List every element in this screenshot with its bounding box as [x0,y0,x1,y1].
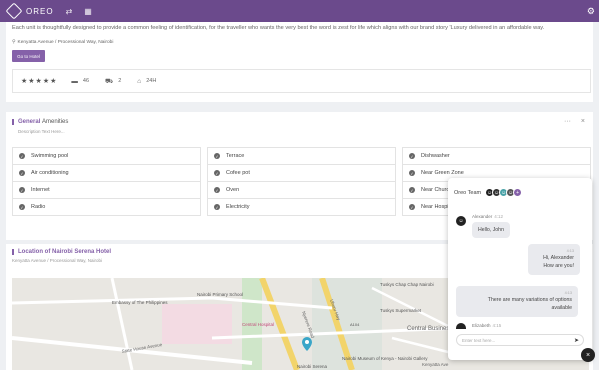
settings-icon[interactable]: ⚙ [587,6,595,17]
chat-message: Hello, John [472,222,510,239]
chat-title: Oreo Team [454,189,482,196]
message-sender: Alexander 4:12 [472,214,503,219]
check-icon: ✓ [214,153,220,159]
hotel-card: Each unit is thoughtfully designed to pr… [6,22,593,102]
message-sender: Elizabeth 4:15 [472,323,501,328]
check-icon: ✓ [19,187,25,193]
amenity-label: Cofee pot [226,170,250,176]
map-label-museum: Nairobi Museum of Kenya - Nairobi Galler… [342,356,428,361]
check-icon: ✓ [19,170,25,176]
close-chat-button[interactable]: × [581,348,595,362]
amenity-label: Radio [31,204,46,210]
avatar [456,323,466,329]
go-to-hotel-button[interactable]: Go to Hotel [12,50,45,62]
parking-count: 2 [118,78,122,84]
check-icon: ✓ [214,187,220,193]
hotel-stats: ★★★★★ ▬ 46 ⛟ 2 ⌂ 24H [12,69,591,93]
hotel-address: ⚲ Kenyatta Avenue / Processional Way, Nai… [12,40,113,45]
logo-icon[interactable] [5,2,23,20]
location-title: Location of Nairobi Serena Hotel [12,249,111,255]
card-actions: ··· × [556,118,585,125]
chat-message: 4:13 Hi, Alexander How are you! [528,244,580,275]
check-icon: ✓ [409,204,415,210]
amenity-label: Oven [226,187,240,193]
amenity-item: ✓ Oven [207,181,396,199]
rooms-count: 46 [82,78,90,84]
avatar: ☺ [456,216,466,226]
map-label-hospital: Central Hospital [242,322,274,327]
bed-icon: ▬ [71,77,78,85]
amenities-title: General Amenities [12,119,68,125]
calendar-icon[interactable]: ▦ [84,7,92,16]
rating-stars: ★★★★★ [21,78,58,85]
amenity-label: Electricity [226,204,250,210]
top-navbar: OREO ⇄ ▦ ⚙ [0,0,599,22]
check-icon: ✓ [409,153,415,159]
message-line: There are many variations of options [487,297,572,304]
amenity-label: Near Green Zone [421,170,464,176]
chat-message-input[interactable]: Enter text here... ➤ [456,334,584,346]
amenity-label: Terrace [226,153,245,159]
amenity-label: Air conditioning [31,170,69,176]
chat-panel: Oreo Team ☺ ☺ ☺ ☺ + ☺ Alexander 4:12 Hell… [448,178,592,360]
location-subtitle: Kenyatta Avenue / Processional Way, Nair… [12,258,102,263]
hotel-address-text: Kenyatta Avenue / Processional Way, Nair… [17,40,114,45]
map-label-tuskys-chap: Tuskys Chap Chap Nairobi [380,282,434,287]
team-avatars: ☺ ☺ ☺ ☺ + [485,188,523,197]
check-icon: ✓ [214,204,220,210]
check-icon: ✓ [409,187,415,193]
close-icon[interactable]: × [581,118,585,125]
amenity-label: Internet [31,187,50,193]
map-label-serena: Nairobi Serena [297,364,328,369]
map-pin-icon: ⚲ [12,40,16,45]
send-icon[interactable]: ➤ [574,337,579,344]
sender-name: Alexander [472,214,493,219]
check-icon: ✓ [409,170,415,176]
chat-header: Oreo Team ☺ ☺ ☺ ☺ + [454,188,523,197]
message-line: Hi, Alexander [543,255,574,262]
check-icon: ✓ [214,170,220,176]
rooms-stat: ▬ 46 [71,78,89,85]
swap-icon[interactable]: ⇄ [66,7,73,16]
map-label-school: Nairobi Primary School [197,292,243,297]
avatar: + [513,188,523,197]
parking-stat: ⛟ 2 [105,77,121,86]
chat-message: 4:13 There are many variations of option… [456,286,578,317]
sender-name: Elizabeth [472,323,491,328]
message-line: available [551,305,572,312]
amenity-item: ✓ Electricity [207,198,396,216]
chat-input-placeholder: Enter text here... [462,337,496,343]
amenity-item: ✓ Cofee pot [207,164,396,182]
amenity-label: Dishwasher [421,153,450,159]
map-label-kenyatta-ave: Kenyatta Ave [422,362,449,367]
amenities-title-rest: Amenities [42,119,69,125]
reception-stat: ⌂ 24H [137,78,156,85]
amenity-item: ✓ Swimming pool [12,147,201,165]
hotel-description: Each unit is thoughtfully designed to pr… [12,25,545,31]
amenity-item: ✓ Dishwasher [402,147,591,165]
check-icon: ✓ [19,153,25,159]
amenity-item: ✓ Terrace [207,147,396,165]
amenities-subtitle: Description Text Here... [18,129,65,134]
amenity-item: ✓ Air conditioning [12,164,201,182]
amenity-item: ✓ Radio [12,198,201,216]
message-time: 4:12 [494,214,504,219]
message-time: 4:15 [492,323,502,328]
amenities-title-highlight: General [18,119,41,125]
reception-hours: 24H [146,78,157,84]
map-label-a104: A104 [350,322,360,327]
map-label-embassy: Embassy of The Philippines [112,300,168,305]
map-label-tuskys: Tuskys Supermarket [380,308,422,313]
message-line: How are you! [543,263,574,270]
car-icon: ⛟ [105,77,114,85]
brand-name[interactable]: OREO [26,7,54,16]
amenity-label: Swimming pool [31,153,69,159]
more-icon[interactable]: ··· [564,118,571,125]
home-icon: ⌂ [137,77,142,85]
check-icon: ✓ [19,204,25,210]
amenity-item: ✓ Internet [12,181,201,199]
